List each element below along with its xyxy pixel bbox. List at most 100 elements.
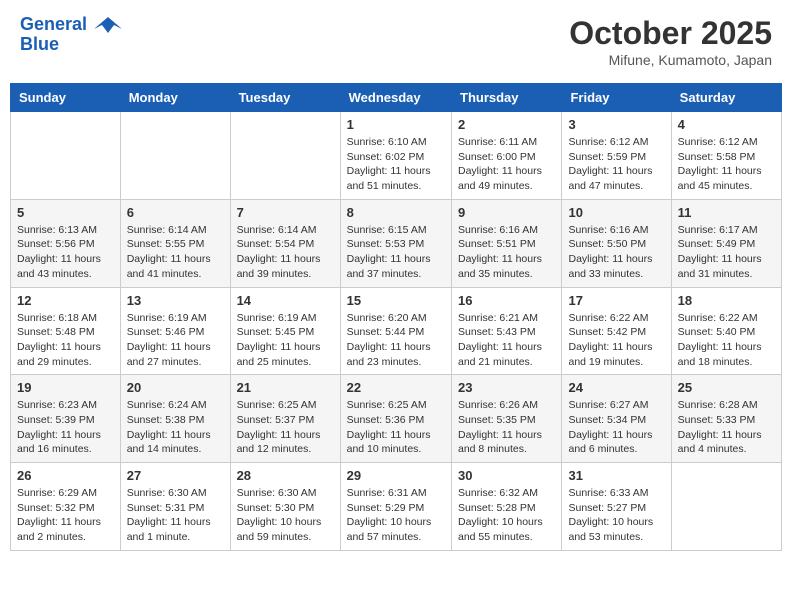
weekday-header: Monday [120, 84, 230, 112]
day-info: Sunrise: 6:13 AM Sunset: 5:56 PM Dayligh… [17, 223, 114, 282]
day-number: 9 [458, 205, 555, 220]
day-number: 20 [127, 380, 224, 395]
calendar-cell: 5Sunrise: 6:13 AM Sunset: 5:56 PM Daylig… [11, 199, 121, 287]
day-info: Sunrise: 6:16 AM Sunset: 5:50 PM Dayligh… [568, 223, 664, 282]
weekday-header: Thursday [452, 84, 562, 112]
day-info: Sunrise: 6:28 AM Sunset: 5:33 PM Dayligh… [678, 398, 775, 457]
day-info: Sunrise: 6:16 AM Sunset: 5:51 PM Dayligh… [458, 223, 555, 282]
day-number: 1 [347, 117, 445, 132]
day-info: Sunrise: 6:31 AM Sunset: 5:29 PM Dayligh… [347, 486, 445, 545]
day-number: 19 [17, 380, 114, 395]
day-number: 12 [17, 293, 114, 308]
day-info: Sunrise: 6:22 AM Sunset: 5:40 PM Dayligh… [678, 311, 775, 370]
calendar-cell: 26Sunrise: 6:29 AM Sunset: 5:32 PM Dayli… [11, 463, 121, 551]
day-info: Sunrise: 6:33 AM Sunset: 5:27 PM Dayligh… [568, 486, 664, 545]
calendar-cell: 4 Sunrise: 6:12 AM Sunset: 5:58 PM Daylig… [671, 112, 781, 200]
calendar-week-row: 1 Sunrise: 6:10 AM Sunset: 6:02 PM Daylig… [11, 112, 782, 200]
day-info: Sunrise: 6:32 AM Sunset: 5:28 PM Dayligh… [458, 486, 555, 545]
day-number: 4 [678, 117, 775, 132]
calendar-cell: 13 Sunrise: 6:19 AM Sunset: 5:46 PM Dayli… [120, 287, 230, 375]
calendar-week-row: 12Sunrise: 6:18 AM Sunset: 5:48 PM Dayli… [11, 287, 782, 375]
calendar-cell: 17Sunrise: 6:22 AM Sunset: 5:42 PM Dayli… [562, 287, 671, 375]
calendar: SundayMondayTuesdayWednesdayThursdayFrid… [10, 83, 782, 551]
day-info: Sunrise: 6:30 AM Sunset: 5:30 PM Dayligh… [237, 486, 334, 545]
day-number: 8 [347, 205, 445, 220]
day-info: Sunrise: 6:25 AM Sunset: 5:37 PM Dayligh… [237, 398, 334, 457]
calendar-cell: 29Sunrise: 6:31 AM Sunset: 5:29 PM Dayli… [340, 463, 451, 551]
day-number: 6 [127, 205, 224, 220]
calendar-cell: 22Sunrise: 6:25 AM Sunset: 5:36 PM Dayli… [340, 375, 451, 463]
day-info: Sunrise: 6:10 AM Sunset: 6:02 PM Dayligh… [347, 135, 445, 194]
weekday-header: Friday [562, 84, 671, 112]
calendar-cell: 12Sunrise: 6:18 AM Sunset: 5:48 PM Dayli… [11, 287, 121, 375]
calendar-cell: 30 Sunrise: 6:32 AM Sunset: 5:28 PM Dayli… [452, 463, 562, 551]
calendar-cell: 11 Sunrise: 6:17 AM Sunset: 5:49 PM Dayli… [671, 199, 781, 287]
day-number: 25 [678, 380, 775, 395]
calendar-cell: 16Sunrise: 6:21 AM Sunset: 5:43 PM Dayli… [452, 287, 562, 375]
day-number: 10 [568, 205, 664, 220]
day-number: 15 [347, 293, 445, 308]
day-info: Sunrise: 6:17 AM Sunset: 5:49 PM Dayligh… [678, 223, 775, 282]
calendar-cell [11, 112, 121, 200]
calendar-cell: 9 Sunrise: 6:16 AM Sunset: 5:51 PM Daylig… [452, 199, 562, 287]
day-info: Sunrise: 6:20 AM Sunset: 5:44 PM Dayligh… [347, 311, 445, 370]
logo-text-line2: Blue [20, 35, 122, 55]
header: General Blue October 2025 Mifune, Kumamo… [10, 10, 782, 73]
day-number: 26 [17, 468, 114, 483]
calendar-cell [230, 112, 340, 200]
calendar-cell: 28 Sunrise: 6:30 AM Sunset: 5:30 PM Dayli… [230, 463, 340, 551]
weekday-header: Sunday [11, 84, 121, 112]
day-number: 28 [237, 468, 334, 483]
calendar-cell: 31 Sunrise: 6:33 AM Sunset: 5:27 PM Dayli… [562, 463, 671, 551]
calendar-cell: 15 Sunrise: 6:20 AM Sunset: 5:44 PM Dayli… [340, 287, 451, 375]
calendar-cell [671, 463, 781, 551]
calendar-cell: 19 Sunrise: 6:23 AM Sunset: 5:39 PM Dayli… [11, 375, 121, 463]
weekday-header: Saturday [671, 84, 781, 112]
calendar-cell: 25 Sunrise: 6:28 AM Sunset: 5:33 PM Dayli… [671, 375, 781, 463]
day-number: 30 [458, 468, 555, 483]
calendar-cell: 3 Sunrise: 6:12 AM Sunset: 5:59 PM Daylig… [562, 112, 671, 200]
calendar-cell: 21 Sunrise: 6:25 AM Sunset: 5:37 PM Dayli… [230, 375, 340, 463]
logo-bird-icon [94, 15, 122, 35]
day-number: 18 [678, 293, 775, 308]
calendar-week-row: 5Sunrise: 6:13 AM Sunset: 5:56 PM Daylig… [11, 199, 782, 287]
day-number: 16 [458, 293, 555, 308]
day-info: Sunrise: 6:12 AM Sunset: 5:58 PM Dayligh… [678, 135, 775, 194]
day-info: Sunrise: 6:24 AM Sunset: 5:38 PM Dayligh… [127, 398, 224, 457]
day-number: 17 [568, 293, 664, 308]
day-info: Sunrise: 6:27 AM Sunset: 5:34 PM Dayligh… [568, 398, 664, 457]
day-info: Sunrise: 6:19 AM Sunset: 5:46 PM Dayligh… [127, 311, 224, 370]
calendar-cell: 2Sunrise: 6:11 AM Sunset: 6:00 PM Daylig… [452, 112, 562, 200]
logo-text-line1: General [20, 14, 87, 34]
day-number: 23 [458, 380, 555, 395]
calendar-cell: 6 Sunrise: 6:14 AM Sunset: 5:55 PM Daylig… [120, 199, 230, 287]
calendar-cell: 10 Sunrise: 6:16 AM Sunset: 5:50 PM Dayli… [562, 199, 671, 287]
day-info: Sunrise: 6:25 AM Sunset: 5:36 PM Dayligh… [347, 398, 445, 457]
logo: General Blue [20, 15, 122, 55]
calendar-cell: 27Sunrise: 6:30 AM Sunset: 5:31 PM Dayli… [120, 463, 230, 551]
day-number: 31 [568, 468, 664, 483]
day-number: 11 [678, 205, 775, 220]
weekday-header: Wednesday [340, 84, 451, 112]
weekday-header: Tuesday [230, 84, 340, 112]
calendar-cell: 7Sunrise: 6:14 AM Sunset: 5:54 PM Daylig… [230, 199, 340, 287]
day-number: 2 [458, 117, 555, 132]
calendar-cell: 23 Sunrise: 6:26 AM Sunset: 5:35 PM Dayli… [452, 375, 562, 463]
day-number: 3 [568, 117, 664, 132]
day-info: Sunrise: 6:14 AM Sunset: 5:55 PM Dayligh… [127, 223, 224, 282]
calendar-cell: 20 Sunrise: 6:24 AM Sunset: 5:38 PM Dayli… [120, 375, 230, 463]
day-number: 24 [568, 380, 664, 395]
title-area: October 2025 Mifune, Kumamoto, Japan [569, 15, 772, 68]
day-number: 21 [237, 380, 334, 395]
month-title: October 2025 [569, 15, 772, 52]
day-info: Sunrise: 6:26 AM Sunset: 5:35 PM Dayligh… [458, 398, 555, 457]
day-number: 13 [127, 293, 224, 308]
weekday-header-row: SundayMondayTuesdayWednesdayThursdayFrid… [11, 84, 782, 112]
calendar-cell: 1 Sunrise: 6:10 AM Sunset: 6:02 PM Daylig… [340, 112, 451, 200]
day-number: 27 [127, 468, 224, 483]
calendar-cell [120, 112, 230, 200]
location: Mifune, Kumamoto, Japan [569, 52, 772, 68]
day-info: Sunrise: 6:23 AM Sunset: 5:39 PM Dayligh… [17, 398, 114, 457]
day-info: Sunrise: 6:12 AM Sunset: 5:59 PM Dayligh… [568, 135, 664, 194]
day-number: 14 [237, 293, 334, 308]
